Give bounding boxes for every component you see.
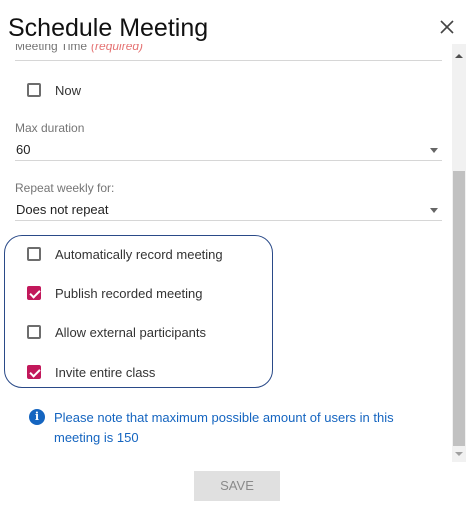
max-duration-label: Max duration [15, 121, 85, 135]
dialog-title: Schedule Meeting [8, 14, 209, 42]
repeat-weekly-select[interactable]: Repeat weekly for: Does not repeat [15, 181, 442, 221]
max-duration-value: 60 [16, 142, 31, 157]
repeat-weekly-label: Repeat weekly for: [15, 181, 115, 195]
close-icon[interactable] [438, 18, 456, 36]
schedule-meeting-dialog: Schedule Meeting Meeting Time (required) … [0, 0, 474, 515]
repeat-weekly-underline [15, 220, 442, 221]
meeting-time-underline [15, 60, 442, 61]
scrollbar-thumb[interactable] [453, 171, 465, 446]
meeting-time-label: Meeting Time [15, 44, 88, 53]
info-text: Please note that maximum possible amount… [54, 410, 394, 445]
scroll-up-icon[interactable] [455, 54, 463, 58]
info-note: i Please note that maximum possible amou… [29, 408, 429, 448]
now-label: Now [55, 82, 82, 98]
now-checkbox[interactable] [27, 83, 41, 97]
info-icon: i [29, 409, 45, 425]
options-highlight-box [4, 235, 273, 388]
required-label: (required) [91, 44, 144, 53]
save-button[interactable]: SAVE [194, 471, 280, 501]
scrollbar[interactable] [452, 44, 466, 462]
chevron-down-icon[interactable] [430, 208, 438, 213]
repeat-weekly-value: Does not repeat [16, 202, 109, 217]
scroll-down-icon[interactable] [455, 452, 463, 456]
chevron-down-icon[interactable] [430, 148, 438, 153]
max-duration-select[interactable]: Max duration 60 [15, 121, 442, 161]
max-duration-underline [15, 160, 442, 161]
meeting-time-field[interactable]: Meeting Time (required) [15, 44, 442, 67]
now-checkbox-row[interactable]: Now [27, 80, 81, 100]
